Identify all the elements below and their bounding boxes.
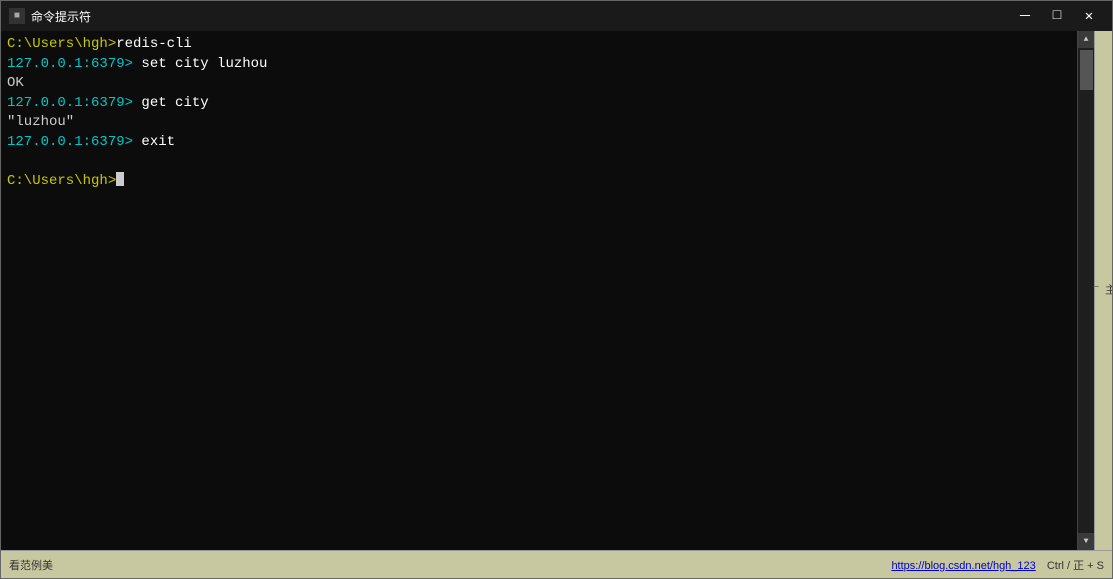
prompt: C:\Users\hgh> [7,35,116,55]
terminal[interactable]: C:\Users\hgh>redis-cli 127.0.0.1:6379> s… [1,31,1077,550]
terminal-line: OK [7,74,1071,94]
window-title: 命令提示符 [31,8,91,25]
prompt: 127.0.0.1:6379> [7,55,133,75]
terminal-line: 127.0.0.1:6379> get city [7,94,1071,114]
command: redis-cli [116,35,192,55]
terminal-line: 127.0.0.1:6379> exit [7,133,1071,153]
output [7,153,15,173]
scroll-thumb[interactable] [1080,50,1093,90]
bottom-bar: 看范例美 https://blog.csdn.net/hgh_123 Ctrl … [1,550,1112,578]
minimize-button[interactable]: － [1010,6,1040,26]
title-bar: ■ 命令提示符 － □ ✕ [1,1,1112,31]
main-area: C:\Users\hgh>redis-cli 127.0.0.1:6379> s… [1,31,1112,550]
terminal-line: "luzhou" [7,113,1071,133]
close-button[interactable]: ✕ [1074,6,1104,26]
command: set city luzhou [133,55,267,75]
bottom-left-text: 看范例美 [9,557,53,573]
command: get city [133,94,209,114]
cursor [116,172,124,186]
sidebar-label: 主↓ [1090,284,1113,297]
sidebar-right: 主↓ [1094,31,1112,550]
window-controls: － □ ✕ [1010,6,1104,26]
title-bar-left: ■ 命令提示符 [9,8,91,25]
scroll-up-arrow[interactable]: ▲ [1078,31,1095,48]
terminal-line: C:\Users\hgh>redis-cli [7,35,1071,55]
prompt: 127.0.0.1:6379> [7,133,133,153]
terminal-line: 127.0.0.1:6379> set city luzhou [7,55,1071,75]
terminal-line: C:\Users\hgh> [7,172,1071,192]
bottom-right-status: Ctrl / 正 + S [1047,560,1104,572]
window: ■ 命令提示符 － □ ✕ C:\Users\hgh>redis-cli 127… [0,0,1113,579]
terminal-icon: ■ [9,8,25,24]
output: "luzhou" [7,113,74,133]
terminal-line [7,153,1071,173]
command: exit [133,133,175,153]
prompt: C:\Users\hgh> [7,172,116,192]
url-text: https://blog.csdn.net/hgh_123 [891,560,1035,572]
output: OK [7,74,24,94]
maximize-button[interactable]: □ [1042,6,1072,26]
scroll-down-arrow[interactable]: ▼ [1078,533,1095,550]
bottom-status-left: 看范例美 [9,557,53,573]
bottom-url: https://blog.csdn.net/hgh_123 Ctrl / 正 +… [891,557,1104,573]
prompt: 127.0.0.1:6379> [7,94,133,114]
